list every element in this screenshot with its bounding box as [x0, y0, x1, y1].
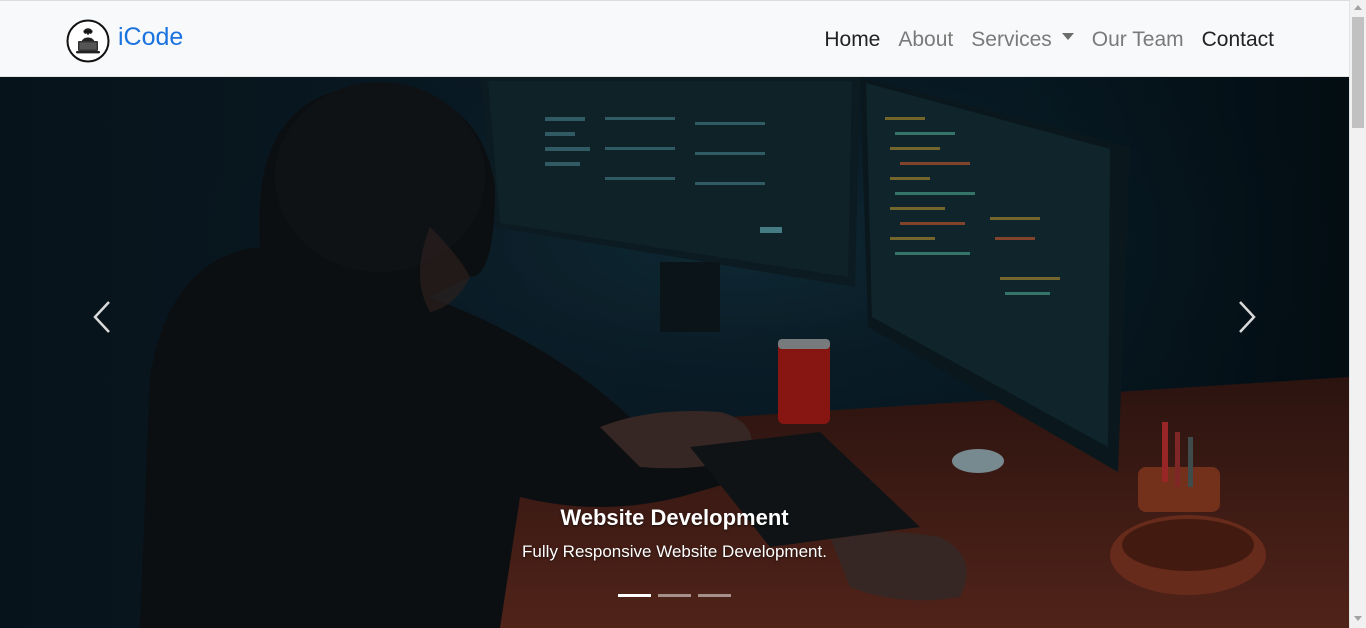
carousel-indicator[interactable]: [698, 594, 731, 597]
chevron-left-icon: [93, 301, 110, 333]
scroll-up-arrow-icon[interactable]: [1354, 5, 1362, 10]
page: iCode Home About Services Our Team Conta…: [0, 0, 1349, 628]
brand-name: iCode: [118, 22, 184, 51]
scrollbar-thumb[interactable]: [1352, 17, 1364, 128]
carousel-indicator[interactable]: [658, 594, 691, 597]
carousel-prev-button[interactable]: [72, 292, 132, 342]
page-scrollbar[interactable]: [1349, 0, 1366, 628]
main-nav: Home About Services Our Team Contact: [806, 27, 1274, 52]
nav-services-dropdown[interactable]: Services: [971, 27, 1074, 52]
carousel-next-button[interactable]: [1217, 292, 1277, 342]
hero-carousel: Website Development Fully Responsive Web…: [0, 77, 1349, 628]
chevron-right-icon: [1239, 301, 1256, 333]
carousel-indicator[interactable]: [618, 594, 651, 597]
navbar: iCode Home About Services Our Team Conta…: [0, 0, 1349, 77]
nav-our-team-label: Our Team: [1091, 28, 1184, 51]
nav-contact-label: Contact: [1201, 28, 1274, 51]
slide-caption-title: Website Development: [560, 505, 789, 530]
brand-link[interactable]: iCode: [66, 18, 183, 64]
nav-contact[interactable]: Contact: [1202, 27, 1274, 52]
nav-home[interactable]: Home: [824, 27, 880, 52]
scroll-down-arrow-icon[interactable]: [1354, 616, 1362, 621]
nav-about[interactable]: About: [898, 27, 953, 52]
slide-caption-text: Fully Responsive Website Development.: [522, 542, 827, 561]
carousel-indicators: [0, 594, 1349, 597]
nav-services-label: Services: [971, 28, 1052, 51]
coder-at-laptop-logo-icon: [66, 19, 110, 63]
nav-about-label: About: [898, 28, 954, 51]
caret-down-icon: [1061, 33, 1074, 41]
nav-home-label: Home: [824, 28, 881, 51]
nav-our-team[interactable]: Our Team: [1092, 27, 1184, 52]
